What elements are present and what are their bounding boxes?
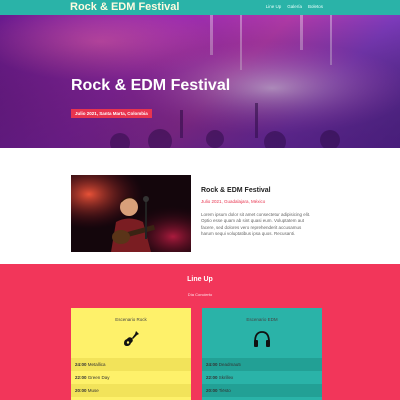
- slot-artist: Metallica: [87, 362, 106, 367]
- hero-banner: Rock & EDM Festival Julio 2021, Santa Ma…: [0, 15, 400, 148]
- slot-artist: Tiësto: [218, 388, 231, 393]
- slot-artist: Deadmau5: [218, 362, 241, 367]
- guitar-icon: [124, 331, 139, 346]
- slot-time: 20:00: [75, 388, 87, 393]
- about-title: Rock & EDM Festival: [201, 187, 271, 194]
- stage-name: Escenario EDM: [246, 317, 278, 322]
- band-photo: [71, 175, 191, 252]
- lineup-title: Line Up: [187, 276, 213, 283]
- stage-card-edm: Escenario EDM 24:00 Deadmau5 22:00 Skril…: [202, 308, 322, 400]
- slot-time: 20:00: [206, 388, 218, 393]
- about-date: Julio 2021, Guadalajara, México: [201, 199, 266, 204]
- site-logo[interactable]: Rock & EDM Festival: [70, 1, 179, 14]
- top-navbar: Rock & EDM Festival Line Up Galería Bole…: [0, 0, 400, 15]
- slot-artist: Muse: [87, 388, 99, 393]
- nav-link-boletos[interactable]: Boletos: [308, 3, 323, 11]
- about-description: Lorem ipsum dolor sit amet consectetur a…: [201, 212, 311, 237]
- slot-time: 24:00: [206, 362, 218, 367]
- headphones-icon: [254, 331, 270, 347]
- lineup-slot: 20:00 Tiësto: [202, 384, 322, 397]
- nav-link-galeria[interactable]: Galería: [287, 3, 302, 11]
- slot-time: 24:00: [75, 362, 87, 367]
- slot-time: 22:00: [75, 375, 87, 380]
- hero-date-badge: Julio 2021, Santa Marta, Colombia: [71, 109, 152, 118]
- lineup-slot: 22:00 Skrillex: [202, 371, 322, 384]
- slot-artist: Green Day: [87, 375, 110, 380]
- slot-time: 22:00: [206, 375, 218, 380]
- slot-artist: Skrillex: [218, 375, 234, 380]
- lineup-date: Día Concierto: [187, 292, 213, 297]
- lineup-slot: 20:00 Muse: [71, 384, 191, 397]
- stage-card-rock: Escenario Rock 24:00 Metallica 22:00 Gre…: [71, 308, 191, 400]
- stage-name: Escenario Rock: [115, 317, 147, 322]
- lineup-slot: 24:00 Deadmau5: [202, 358, 322, 371]
- lineup-slot: 24:00 Metallica: [71, 358, 191, 371]
- lineup-section: Line Up Día Concierto Escenario Rock 24:…: [0, 264, 400, 400]
- main-nav: Line Up Galería Boletos: [266, 3, 323, 11]
- hero-title: Rock & EDM Festival: [71, 77, 231, 94]
- nav-link-lineup[interactable]: Line Up: [266, 3, 282, 11]
- lineup-slot: 22:00 Green Day: [71, 371, 191, 384]
